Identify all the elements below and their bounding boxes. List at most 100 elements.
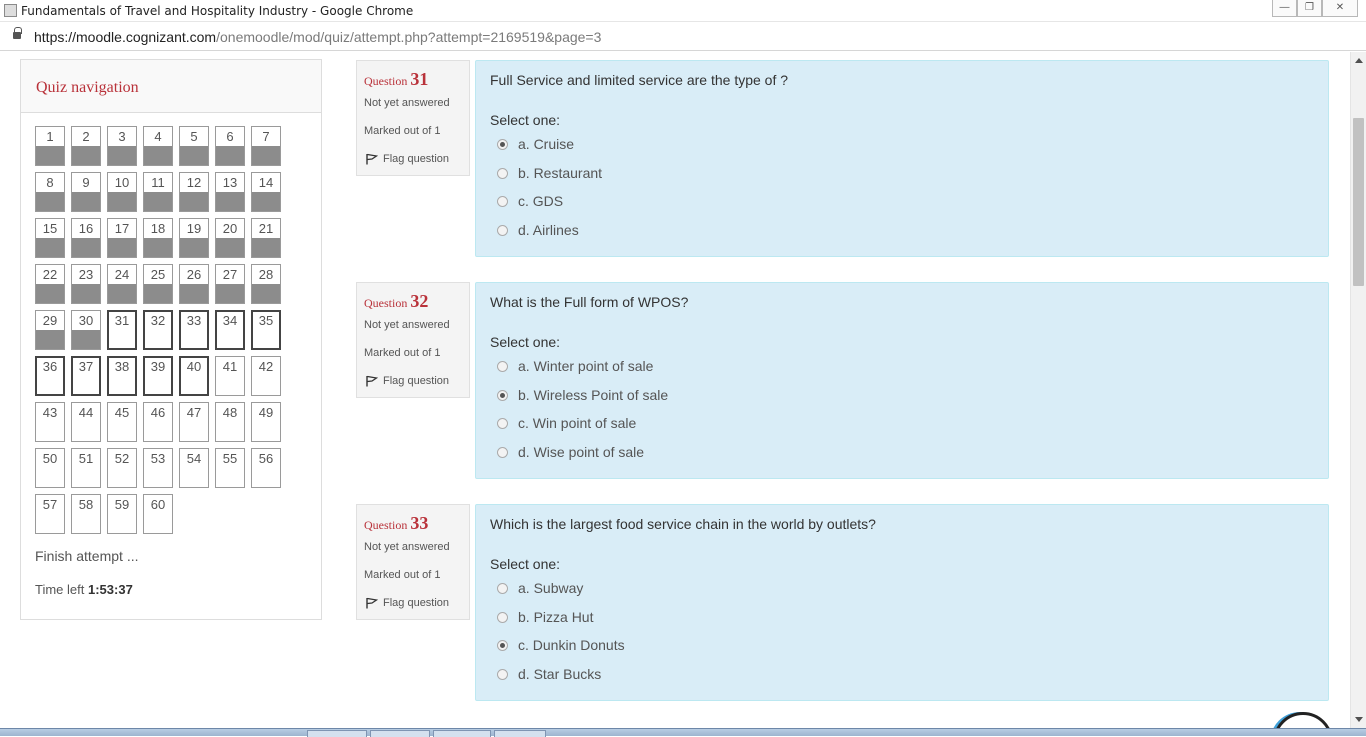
quiz-nav-question-button[interactable]: 49: [251, 402, 281, 442]
answer-option[interactable]: b. Wireless Point of sale: [497, 387, 668, 403]
answer-radio[interactable]: [497, 195, 508, 207]
quiz-nav-question-button[interactable]: 30: [71, 310, 101, 350]
quiz-nav-question-button[interactable]: 51: [71, 448, 101, 488]
quiz-nav-question-button[interactable]: 11: [143, 172, 173, 212]
quiz-nav-question-button[interactable]: 33: [179, 310, 209, 350]
quiz-nav-question-button[interactable]: 35: [251, 310, 281, 350]
answer-radio[interactable]: [497, 582, 508, 594]
quiz-nav-question-button[interactable]: 10: [107, 172, 137, 212]
answer-option[interactable]: a. Cruise: [497, 136, 574, 152]
answer-radio[interactable]: [497, 138, 508, 150]
quiz-nav-question-button[interactable]: 31: [107, 310, 137, 350]
quiz-nav-question-button[interactable]: 20: [215, 218, 245, 258]
answer-option[interactable]: c. Dunkin Donuts: [497, 637, 625, 653]
page-scrollbar[interactable]: [1350, 52, 1366, 728]
maximize-button[interactable]: ❐: [1297, 0, 1322, 17]
quiz-nav-question-button[interactable]: 36: [35, 356, 65, 396]
quiz-nav-question-button[interactable]: 56: [251, 448, 281, 488]
quiz-nav-question-button[interactable]: 41: [215, 356, 245, 396]
question-number: 29: [42, 313, 58, 328]
lock-icon[interactable]: [13, 27, 22, 39]
answer-radio[interactable]: [497, 446, 508, 458]
quiz-nav-question-button[interactable]: 27: [215, 264, 245, 304]
quiz-nav-question-button[interactable]: 40: [179, 356, 209, 396]
url-field[interactable]: https://moodle.cognizant.com/onemoodle/m…: [34, 29, 601, 45]
quiz-nav-question-button[interactable]: 38: [107, 356, 137, 396]
quiz-nav-question-button[interactable]: 57: [35, 494, 65, 534]
answer-option[interactable]: c. Win point of sale: [497, 415, 636, 431]
quiz-nav-question-button[interactable]: 13: [215, 172, 245, 212]
support-chat-button[interactable]: [1273, 712, 1333, 728]
quiz-nav-question-button[interactable]: 15: [35, 218, 65, 258]
quiz-nav-question-button[interactable]: 4: [143, 126, 173, 166]
answer-option[interactable]: d. Airlines: [497, 222, 579, 238]
quiz-nav-question-button[interactable]: 26: [179, 264, 209, 304]
quiz-nav-question-button[interactable]: 37: [71, 356, 101, 396]
quiz-nav-question-button[interactable]: 48: [215, 402, 245, 442]
quiz-nav-question-button[interactable]: 8: [35, 172, 65, 212]
quiz-nav-question-button[interactable]: 55: [215, 448, 245, 488]
quiz-nav-question-button[interactable]: 5: [179, 126, 209, 166]
quiz-nav-question-button[interactable]: 3: [107, 126, 137, 166]
address-bar[interactable]: https://moodle.cognizant.com/onemoodle/m…: [0, 23, 1366, 51]
answer-option[interactable]: b. Pizza Hut: [497, 609, 593, 625]
close-button[interactable]: ✕: [1322, 0, 1358, 17]
quiz-nav-question-button[interactable]: 21: [251, 218, 281, 258]
quiz-nav-question-button[interactable]: 54: [179, 448, 209, 488]
quiz-nav-question-button[interactable]: 12: [179, 172, 209, 212]
quiz-nav-question-button[interactable]: 59: [107, 494, 137, 534]
flag-question-button[interactable]: Flag question: [366, 375, 449, 387]
answer-radio[interactable]: [497, 224, 508, 236]
quiz-nav-question-button[interactable]: 50: [35, 448, 65, 488]
minimize-button[interactable]: —: [1272, 0, 1297, 17]
quiz-nav-question-button[interactable]: 22: [35, 264, 65, 304]
quiz-nav-question-button[interactable]: 7: [251, 126, 281, 166]
quiz-nav-question-button[interactable]: 29: [35, 310, 65, 350]
quiz-nav-question-button[interactable]: 24: [107, 264, 137, 304]
quiz-nav-question-button[interactable]: 32: [143, 310, 173, 350]
quiz-nav-question-button[interactable]: 14: [251, 172, 281, 212]
answer-option[interactable]: b. Restaurant: [497, 165, 602, 181]
quiz-nav-question-button[interactable]: 43: [35, 402, 65, 442]
quiz-nav-question-button[interactable]: 46: [143, 402, 173, 442]
quiz-nav-question-button[interactable]: 17: [107, 218, 137, 258]
answer-radio[interactable]: [497, 668, 508, 680]
answer-radio[interactable]: [497, 389, 508, 401]
answer-radio[interactable]: [497, 360, 508, 372]
flag-question-button[interactable]: Flag question: [366, 153, 449, 165]
quiz-nav-question-button[interactable]: 42: [251, 356, 281, 396]
finish-attempt-link[interactable]: Finish attempt ...: [35, 548, 138, 564]
answer-option[interactable]: a. Subway: [497, 580, 583, 596]
quiz-nav-question-button[interactable]: 45: [107, 402, 137, 442]
quiz-nav-question-button[interactable]: 39: [143, 356, 173, 396]
quiz-nav-question-button[interactable]: 58: [71, 494, 101, 534]
scroll-up-arrow-icon[interactable]: [1355, 58, 1363, 63]
quiz-nav-question-button[interactable]: 44: [71, 402, 101, 442]
quiz-nav-question-button[interactable]: 47: [179, 402, 209, 442]
answer-option[interactable]: c. GDS: [497, 193, 563, 209]
answer-option[interactable]: d. Wise point of sale: [497, 444, 644, 460]
quiz-nav-question-button[interactable]: 52: [107, 448, 137, 488]
flag-question-button[interactable]: Flag question: [366, 597, 449, 609]
quiz-nav-question-button[interactable]: 18: [143, 218, 173, 258]
quiz-nav-question-button[interactable]: 23: [71, 264, 101, 304]
quiz-nav-question-button[interactable]: 19: [179, 218, 209, 258]
quiz-nav-question-button[interactable]: 1: [35, 126, 65, 166]
answer-option[interactable]: d. Star Bucks: [497, 666, 601, 682]
quiz-nav-question-button[interactable]: 53: [143, 448, 173, 488]
quiz-nav-question-button[interactable]: 28: [251, 264, 281, 304]
quiz-nav-question-button[interactable]: 9: [71, 172, 101, 212]
quiz-nav-question-button[interactable]: 34: [215, 310, 245, 350]
quiz-nav-question-button[interactable]: 60: [143, 494, 173, 534]
answer-radio[interactable]: [497, 611, 508, 623]
scrollbar-thumb[interactable]: [1353, 118, 1364, 286]
answer-radio[interactable]: [497, 639, 508, 651]
quiz-nav-question-button[interactable]: 16: [71, 218, 101, 258]
answer-radio[interactable]: [497, 417, 508, 429]
answer-option[interactable]: a. Winter point of sale: [497, 358, 653, 374]
quiz-nav-question-button[interactable]: 6: [215, 126, 245, 166]
quiz-nav-question-button[interactable]: 25: [143, 264, 173, 304]
quiz-nav-question-button[interactable]: 2: [71, 126, 101, 166]
scroll-down-arrow-icon[interactable]: [1355, 717, 1363, 722]
answer-radio[interactable]: [497, 167, 508, 179]
